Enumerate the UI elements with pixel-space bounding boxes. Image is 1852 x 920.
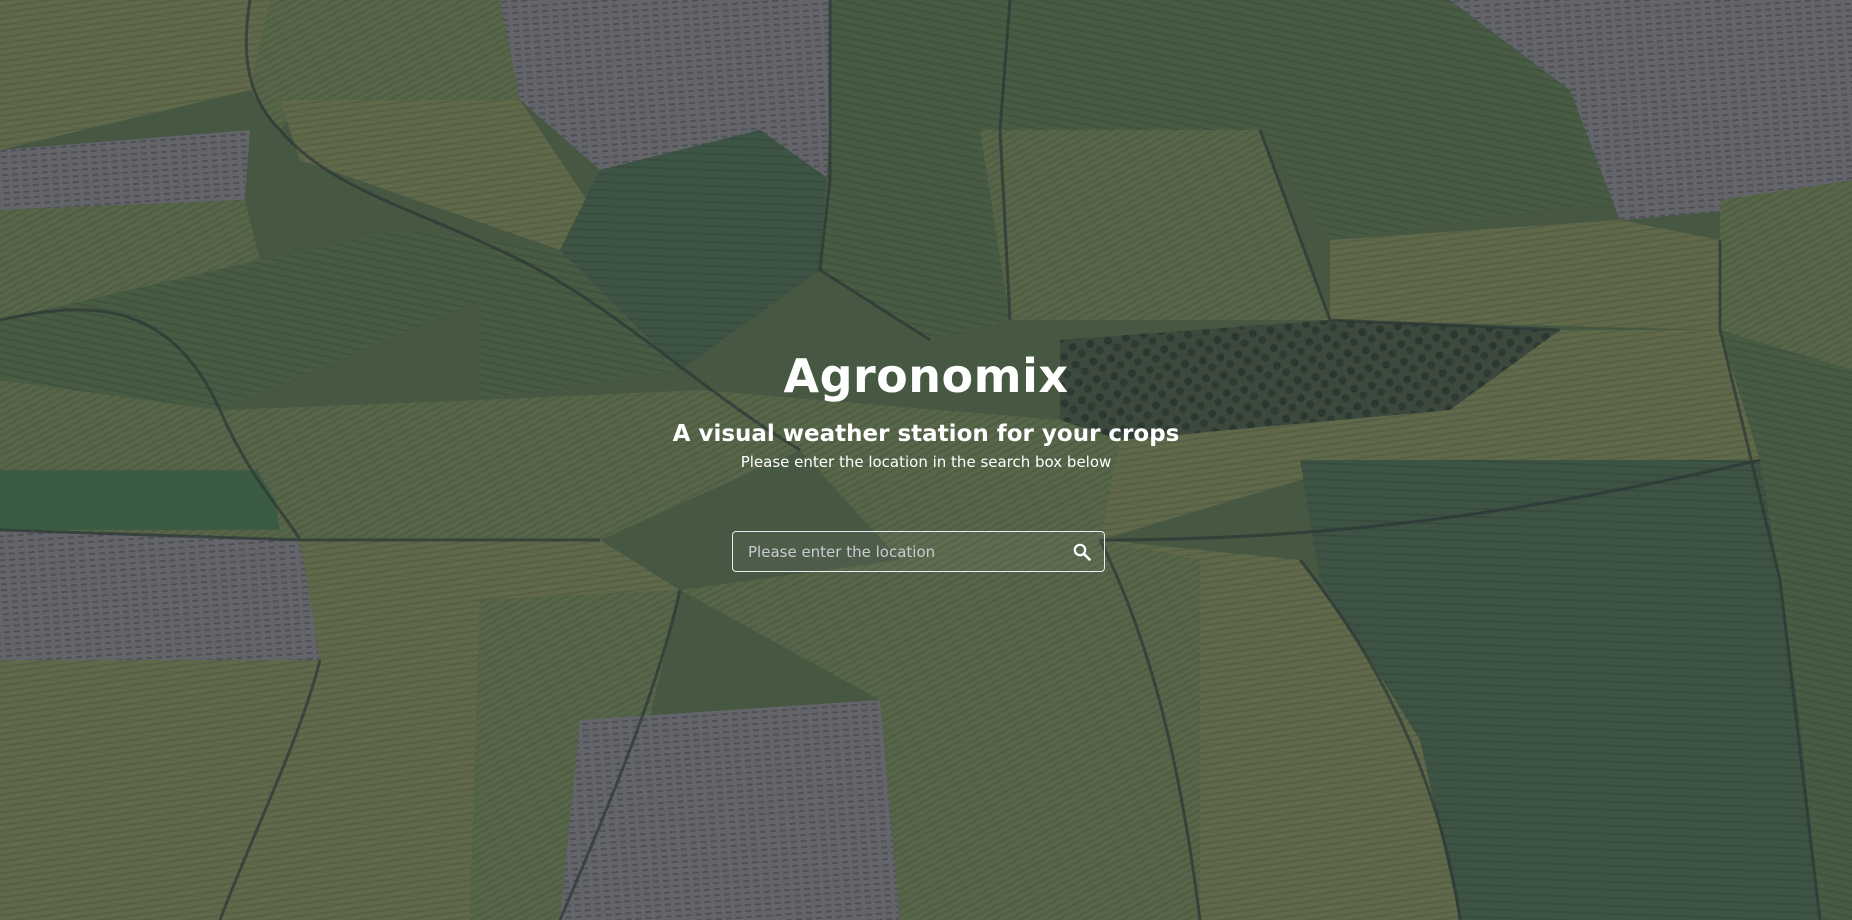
search-button[interactable]: [1066, 536, 1098, 567]
search-icon: [1073, 543, 1091, 561]
hero-section: Agronomix A visual weather station for y…: [0, 0, 1852, 920]
location-search-input[interactable]: [733, 532, 1053, 571]
search-instructions: Please enter the location in the search …: [740, 453, 1112, 471]
page-title: Agronomix: [783, 349, 1069, 403]
page-subtitle: A visual weather station for your crops: [672, 421, 1180, 447]
location-search-form: [732, 531, 1105, 572]
